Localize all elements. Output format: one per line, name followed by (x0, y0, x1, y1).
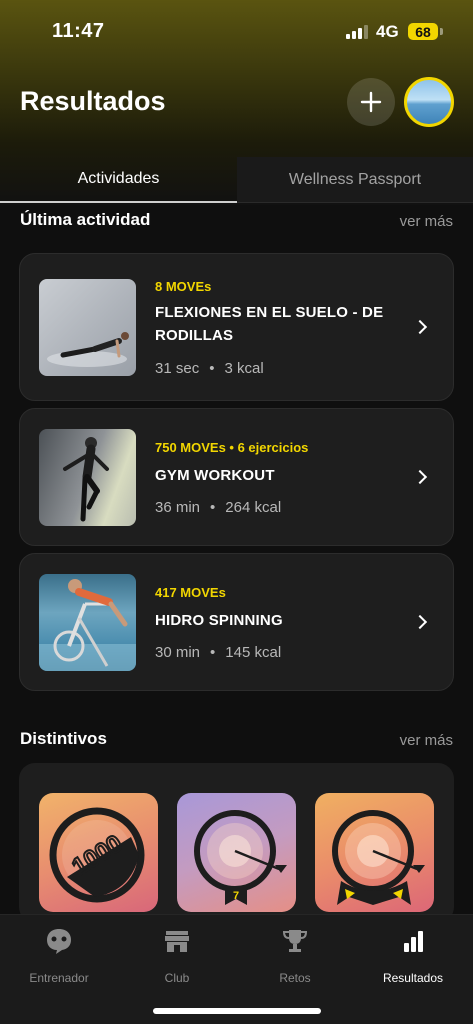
avatar[interactable] (404, 77, 454, 127)
activity-stats: 31 sec • 3 kcal (155, 360, 264, 377)
last-activity-title: Última actividad (20, 210, 151, 229)
last-activity-see-more-link[interactable]: ver más (400, 213, 453, 230)
separator-dot: • (210, 644, 216, 661)
separator-dot: • (209, 360, 215, 377)
activity-kcal: 264 kcal (225, 499, 282, 516)
nav-entrenador[interactable]: Entrenador (0, 927, 118, 985)
badges-card: 1000 7 (19, 763, 454, 923)
nav-retos[interactable]: Retos (236, 927, 354, 985)
badges-title: Distintivos (20, 729, 107, 748)
1000-moves-badge[interactable]: 1000 (39, 793, 158, 912)
chevron-right-icon (412, 614, 428, 630)
activity-card[interactable]: 8 MOVEs FLEXIONES EN EL SUELO - DE RODIL… (19, 253, 454, 401)
activity-duration: 30 min (155, 644, 201, 661)
nav-resultados[interactable]: Resultados (354, 927, 472, 985)
plus-icon (360, 91, 382, 113)
chevron-right-icon (412, 319, 428, 335)
activity-moves: 8 MOVEs (155, 279, 212, 294)
activity-name: FLEXIONES EN EL SUELO - DE RODILLAS (155, 304, 384, 344)
chevron-right-icon (412, 469, 428, 485)
tab-wellness-passport[interactable]: Wellness Passport (237, 157, 473, 203)
network-type: 4G (376, 22, 399, 41)
badge-number: 7 (233, 890, 239, 902)
activity-card[interactable]: 750 MOVEs • 6 ejercicios GYM WORKOUT 36 … (19, 408, 454, 546)
badges-see-more-link[interactable]: ver más (400, 732, 453, 749)
activity-card[interactable]: 417 MOVEs HIDRO SPINNING 30 min • 145 kcal (19, 553, 454, 691)
target-ribbon-badge[interactable] (315, 793, 434, 912)
activity-duration: 31 sec (155, 360, 200, 377)
nav-club[interactable]: Club (118, 927, 236, 985)
trophy-icon (282, 930, 308, 952)
activity-duration: 36 min (155, 499, 201, 516)
separator-dot: • (210, 499, 216, 516)
activity-stats: 30 min • 145 kcal (155, 644, 281, 661)
tab-bar: Actividades Wellness Passport (0, 157, 473, 203)
activity-moves: 750 MOVEs • 6 ejercicios (155, 440, 309, 455)
activity-stats: 36 min • 264 kcal (155, 499, 281, 516)
nav-label: Resultados (382, 971, 444, 985)
nav-label: Retos (279, 971, 311, 985)
store-icon (165, 931, 189, 952)
activity-kcal: 3 kcal (224, 360, 264, 377)
activity-moves: 417 MOVEs (155, 585, 226, 600)
activity-name: HIDRO SPINNING (155, 612, 283, 629)
activity-kcal: 145 kcal (225, 644, 282, 661)
battery-tip (440, 28, 443, 35)
target-badge[interactable]: 7 (177, 793, 296, 912)
bar-chart-icon (404, 931, 423, 952)
page-title: Resultados (20, 86, 166, 116)
tab-actividades[interactable]: Actividades (0, 157, 237, 203)
pushup-photo (39, 279, 136, 376)
status-time: 11:47 (52, 20, 105, 42)
battery-level: 68 (415, 23, 431, 40)
nav-label: Club (164, 971, 190, 985)
add-button[interactable] (347, 78, 395, 126)
home-indicator (153, 1008, 321, 1014)
nav-label: Entrenador (29, 971, 89, 985)
signal-icon (346, 24, 368, 39)
chat-face-icon (47, 929, 71, 954)
activity-name: GYM WORKOUT (155, 467, 275, 484)
status-bar: 11:47 4G 68 (0, 0, 473, 60)
underwater-bike-photo (39, 574, 136, 671)
battery-icon: 68 (408, 23, 438, 40)
gym-photo (39, 429, 136, 526)
